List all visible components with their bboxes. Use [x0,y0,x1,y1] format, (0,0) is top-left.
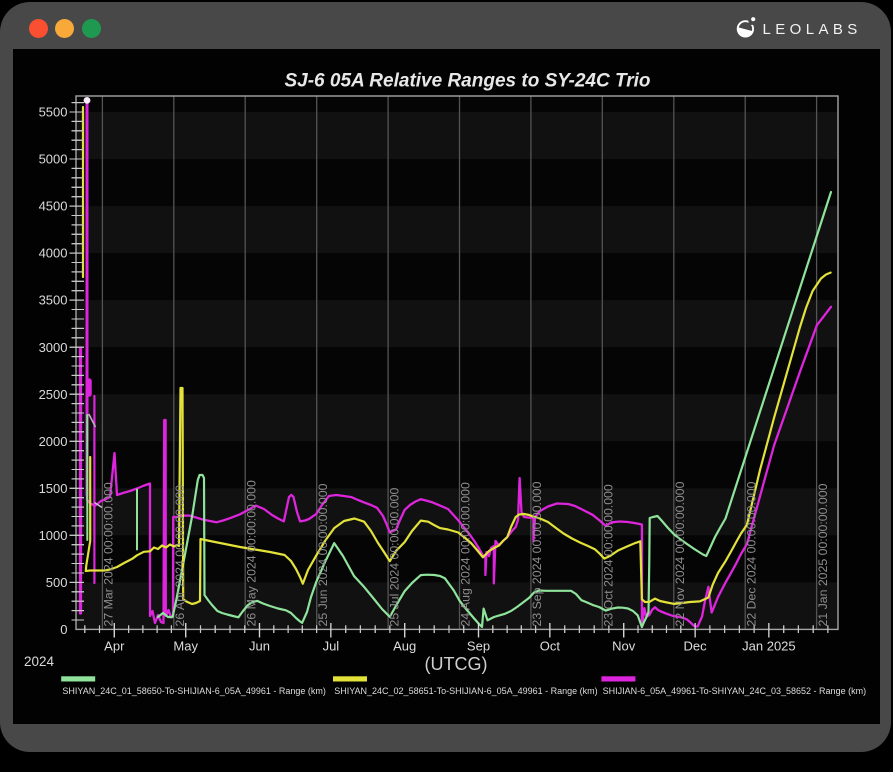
svg-text:SHIJIAN-6_05A_49961-To-SHIYAN_: SHIJIAN-6_05A_49961-To-SHIYAN_24C_03_586… [603,686,866,696]
svg-text:26 May 2024 00:00:00.000: 26 May 2024 00:00:00.000 [244,480,258,626]
svg-text:SJ-6 05A Relative Ranges to SY: SJ-6 05A Relative Ranges to SY-24C Trio [284,70,650,91]
svg-text:SHIYAN_24C_01_58650-To-SHIJIAN: SHIYAN_24C_01_58650-To-SHIJIAN-6_05A_499… [62,686,325,696]
svg-text:Jun: Jun [249,639,270,654]
svg-text:Aug: Aug [393,639,416,654]
svg-text:3000: 3000 [39,340,68,355]
svg-text:22 Dec 2024 00:00:00.000: 22 Dec 2024 00:00:00.000 [744,481,758,626]
svg-text:Dec: Dec [684,639,708,654]
svg-text:2500: 2500 [39,387,68,402]
svg-text:1500: 1500 [39,481,68,496]
svg-text:Jan 2025: Jan 2025 [742,639,796,654]
svg-text:23 Oct 2024 00:00:00.000: 23 Oct 2024 00:00:00.000 [602,484,616,626]
svg-text:26 Apr 2024 00:00:00.000: 26 Apr 2024 00:00:00.000 [173,485,187,627]
svg-text:Apr: Apr [104,639,125,654]
svg-text:May: May [173,639,198,654]
svg-text:3500: 3500 [39,293,68,308]
svg-text:Nov: Nov [612,639,636,654]
svg-text:4500: 4500 [39,199,68,214]
svg-text:(UTCG): (UTCG) [425,654,488,674]
svg-text:23 Sep 2024 00:00:00.000: 23 Sep 2024 00:00:00.000 [530,481,544,626]
svg-text:5500: 5500 [39,105,68,120]
svg-text:500: 500 [46,575,68,590]
svg-text:21 Jan 2025 00:00:00.000: 21 Jan 2025 00:00:00.000 [816,483,830,626]
svg-text:2024: 2024 [24,654,55,669]
svg-text:4000: 4000 [39,246,68,261]
svg-text:2000: 2000 [39,434,68,449]
svg-text:0: 0 [60,622,67,637]
svg-text:24 Aug 2024 00:00:00.000: 24 Aug 2024 00:00:00.000 [459,482,473,626]
svg-text:22 Nov 2024 00:00:00.000: 22 Nov 2024 00:00:00.000 [673,481,687,626]
svg-text:27 Mar 2024 00:00:00.000: 27 Mar 2024 00:00:00.000 [102,482,116,626]
svg-text:Oct: Oct [540,639,561,654]
svg-text:25 Jul 2024 00:00:00.000: 25 Jul 2024 00:00:00.000 [387,488,401,627]
svg-text:1000: 1000 [39,528,68,543]
svg-text:5000: 5000 [39,152,68,167]
svg-text:Sep: Sep [467,639,490,654]
svg-text:SHIYAN_24C_02_58651-To-SHIJIAN: SHIYAN_24C_02_58651-To-SHIJIAN-6_05A_499… [334,686,597,696]
svg-text:LEOLABS: LEOLABS [763,21,862,38]
svg-text:25 Jun 2024 00:00:00.000: 25 Jun 2024 00:00:00.000 [316,483,330,626]
svg-text:Jul: Jul [323,639,340,654]
